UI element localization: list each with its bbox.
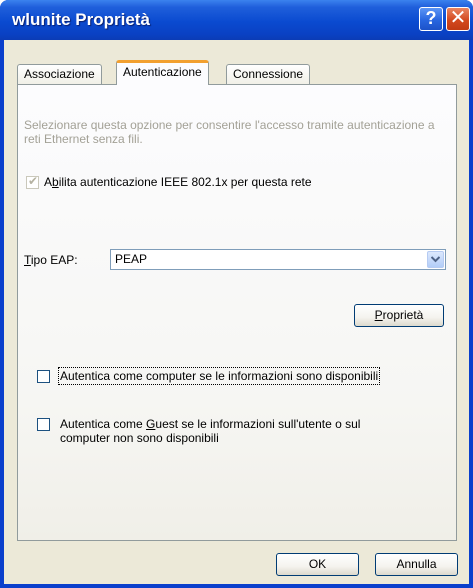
chevron-down-icon[interactable] bbox=[427, 251, 444, 268]
properties-dialog: wlunite Proprietà ? ✕ Associazione Auten… bbox=[0, 0, 473, 588]
window-title: wlunite Proprietà bbox=[12, 10, 150, 29]
cancel-button[interactable]: Annulla bbox=[375, 553, 458, 576]
auth-description: Selezionare questa opzione per consentir… bbox=[24, 118, 435, 146]
guest-auth-label: Autentica come Guest se le informazioni … bbox=[60, 417, 361, 445]
tab-associazione[interactable]: Associazione bbox=[17, 64, 102, 85]
guest-auth-checkbox[interactable] bbox=[37, 418, 50, 431]
eap-type-select[interactable]: PEAP bbox=[110, 249, 446, 270]
close-button[interactable]: ✕ bbox=[446, 7, 470, 31]
enable-8021x-checkbox[interactable]: ✔ bbox=[26, 174, 39, 189]
title-bar[interactable]: wlunite Proprietà ? ✕ bbox=[0, 0, 473, 40]
eap-type-value: PEAP bbox=[115, 252, 148, 266]
tab-autenticazione[interactable]: Autenticazione bbox=[116, 60, 209, 85]
help-button[interactable]: ? bbox=[419, 7, 443, 31]
enable-8021x-label: Abilita autenticazione IEEE 802.1x per q… bbox=[44, 175, 312, 189]
properties-button[interactable]: Proprietà bbox=[354, 304, 444, 327]
eap-type-label: Tipo EAP: bbox=[24, 253, 78, 267]
tab-connessione[interactable]: Connessione bbox=[226, 64, 311, 85]
ok-button[interactable]: OK bbox=[276, 553, 359, 576]
computer-auth-label: Autentica come computer se le informazio… bbox=[57, 367, 381, 385]
dialog-body: Associazione Autenticazione Connessione … bbox=[4, 40, 469, 584]
computer-auth-checkbox[interactable] bbox=[37, 370, 50, 383]
checkmark-icon: ✔ bbox=[28, 174, 39, 188]
